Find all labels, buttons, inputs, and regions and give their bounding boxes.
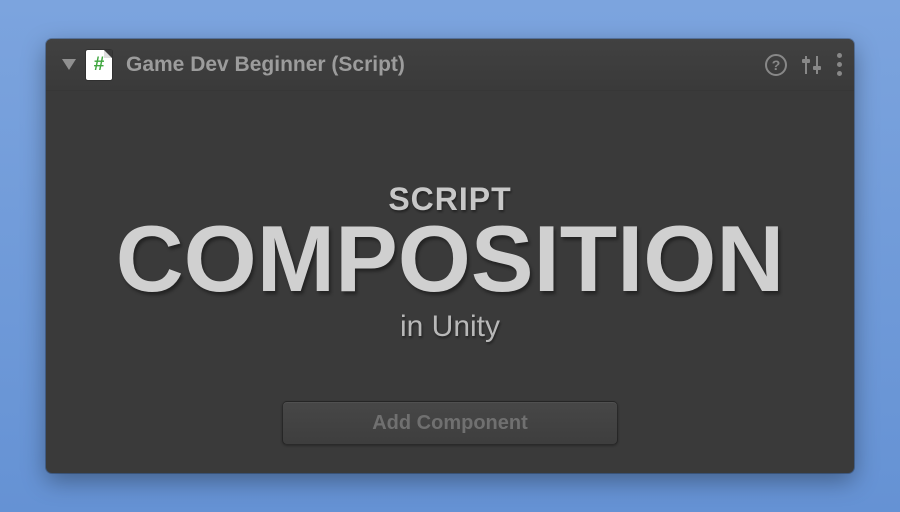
context-menu-icon[interactable] [837, 53, 842, 76]
component-header[interactable]: # Game Dev Beginner (Script) ? [46, 39, 854, 91]
inspector-panel: # Game Dev Beginner (Script) ? SCRIPT CO… [46, 39, 854, 473]
hero-line-2: COMPOSITION [116, 212, 784, 306]
component-title: Game Dev Beginner (Script) [126, 53, 765, 77]
hero-line-3: in Unity [400, 310, 500, 344]
foldout-arrow-icon[interactable] [62, 59, 76, 70]
presets-icon[interactable] [801, 54, 823, 76]
help-icon[interactable]: ? [765, 54, 787, 76]
add-component-button[interactable]: Add Component [282, 401, 618, 445]
script-file-icon: # [86, 50, 112, 80]
header-actions: ? [765, 53, 842, 76]
hash-icon: # [94, 54, 105, 76]
